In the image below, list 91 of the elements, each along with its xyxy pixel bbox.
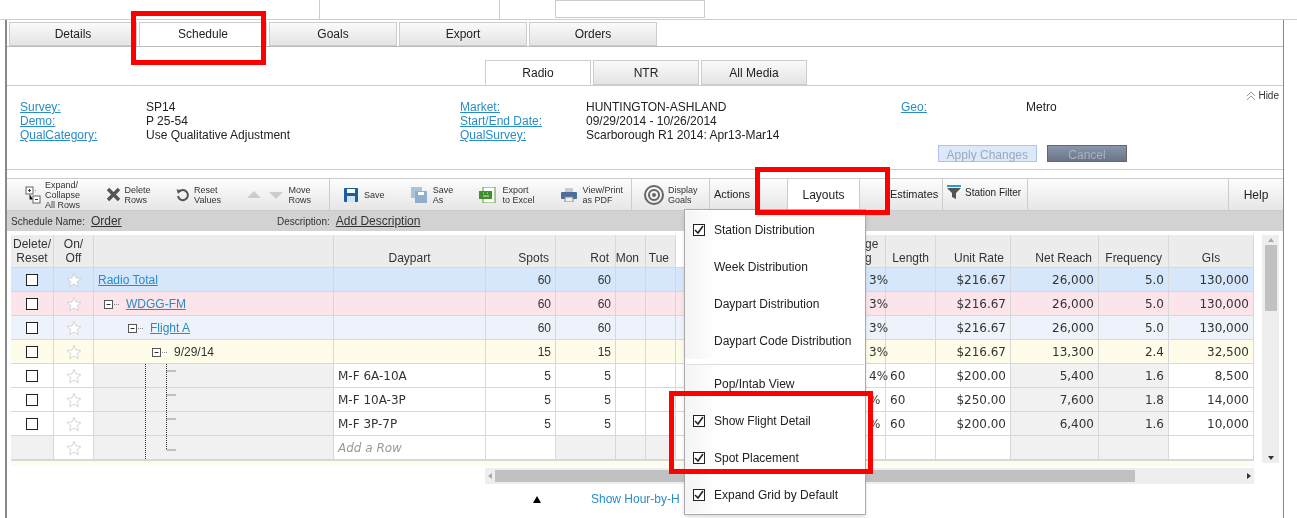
up-down-arrows-icon: [246, 189, 285, 200]
menu-checkbox[interactable]: [693, 414, 705, 427]
table-cell: 7,600: [1011, 388, 1099, 412]
description-label: Description:: [276, 214, 330, 229]
menu-checkbox[interactable]: [693, 223, 705, 236]
table-cell: 1.6: [1099, 364, 1169, 388]
toolbar-button[interactable]: Export to Excel: [479, 184, 535, 205]
tree-connector-icon: [145, 387, 177, 412]
info-value: Metro: [1026, 99, 1057, 116]
star-icon[interactable]: [65, 391, 82, 408]
layouts-menu-item[interactable]: Daypart Distribution: [685, 285, 865, 322]
help-button[interactable]: Help: [1228, 179, 1283, 210]
info-label-link[interactable]: Survey:: [20, 98, 146, 116]
row-checkbox[interactable]: [26, 345, 38, 358]
toolbar-button[interactable]: Save: [344, 187, 385, 202]
layouts-menu-item[interactable]: Week Distribution: [685, 248, 865, 285]
menu-checkbox[interactable]: [693, 451, 705, 464]
table-cell: 6,400: [1011, 412, 1099, 436]
toolbar-button[interactable]: View/Print as PDF: [560, 184, 623, 205]
up-triangle-icon[interactable]: [533, 495, 541, 503]
star-icon[interactable]: [65, 295, 82, 312]
tree-connector-icon: [145, 435, 177, 460]
hide-button[interactable]: Hide: [1246, 88, 1279, 103]
info-value: Use Qualitative Adjustment: [146, 127, 291, 144]
printer-icon: [560, 187, 577, 202]
info-value: 09/29/2014 - 10/26/2014: [586, 113, 717, 130]
collapse-icon[interactable]: [152, 345, 168, 358]
table-cell: 1.6: [1099, 412, 1169, 436]
station-filter-button[interactable]: Station Filter: [943, 179, 1028, 210]
star-icon[interactable]: [65, 439, 82, 456]
close-icon: [105, 187, 121, 202]
toolbar-button[interactable]: Move Rows: [246, 184, 311, 205]
layouts-menu-item[interactable]: Station Distribution: [685, 211, 865, 248]
spreadsheet-icon: [479, 186, 497, 203]
star-icon[interactable]: [65, 271, 82, 288]
info-value: Scarborough R1 2014: Apr13-Mar14: [586, 127, 780, 144]
row-checkbox[interactable]: [26, 417, 38, 430]
layouts-menu-item[interactable]: Daypart Code Distribution: [685, 322, 865, 359]
row-checkbox[interactable]: [26, 369, 38, 382]
target-icon: [644, 184, 664, 205]
scrollbar-thumb[interactable]: [1264, 245, 1277, 311]
show-hour-by-hour-link[interactable]: Show Hour-by-H: [591, 490, 680, 508]
toolbar-button[interactable]: Expand/ Collapse All Rows: [25, 179, 81, 210]
info-value: P 25-54: [146, 113, 188, 130]
schedule-name-label: Schedule Name:: [11, 214, 85, 229]
info-value: HUNTINGTON-ASHLAND: [586, 99, 727, 116]
info-label-link[interactable]: Geo:: [901, 98, 1026, 116]
funnel-icon: [947, 185, 961, 199]
menu-checkbox[interactable]: [693, 488, 705, 501]
layouts-menu-item[interactable]: Show Flight Detail: [685, 402, 865, 439]
media-tab[interactable]: All Media: [701, 60, 807, 85]
toolbar-button[interactable]: Save As: [410, 184, 454, 205]
schedule-name-link[interactable]: Order: [90, 212, 251, 230]
table-cell: 1.8: [1099, 388, 1169, 412]
toolbar-button[interactable]: Reset Values: [176, 184, 221, 205]
media-tab[interactable]: NTR: [593, 60, 699, 85]
main-tab[interactable]: Goals: [269, 22, 397, 46]
star-icon[interactable]: [65, 319, 82, 336]
empty-field[interactable]: [555, 0, 705, 18]
toolbar-button[interactable]: Delete Rows: [105, 184, 151, 205]
tree-connector-icon: [145, 363, 177, 388]
layouts-menu-item[interactable]: Pop/Intab View: [685, 365, 865, 402]
info-value: SP14: [146, 99, 176, 116]
row-checkbox[interactable]: [26, 393, 38, 406]
menu-tab[interactable]: Layouts: [788, 179, 860, 210]
undo-icon: [176, 187, 191, 202]
media-tab[interactable]: Radio: [485, 60, 591, 85]
star-icon[interactable]: [65, 415, 82, 432]
table-cell: 5,400: [1011, 364, 1099, 388]
row-checkbox[interactable]: [26, 321, 38, 334]
week-label: 9/29/14: [174, 343, 215, 361]
layouts-menu-item[interactable]: Expand Grid by Default: [685, 476, 865, 513]
double-chevron-up-icon: [1246, 90, 1257, 101]
collapse-icon[interactable]: [128, 321, 144, 334]
star-icon[interactable]: [65, 367, 82, 384]
collapse-icon[interactable]: [104, 297, 120, 310]
main-tab[interactable]: Schedule: [139, 22, 267, 46]
row-checkbox[interactable]: [26, 297, 38, 310]
main-tab[interactable]: Details: [9, 22, 137, 46]
row-checkbox[interactable]: [26, 273, 38, 286]
info-label-link[interactable]: QualCategory:: [20, 126, 146, 144]
vertical-scrollbar[interactable]: [1262, 235, 1279, 463]
description-link[interactable]: Add Description: [335, 212, 421, 230]
layouts-menu-item[interactable]: Spot Placement: [685, 439, 865, 476]
main-tab[interactable]: Export: [399, 22, 527, 46]
save-as-icon: [410, 186, 427, 203]
star-icon[interactable]: [65, 343, 82, 360]
main-tab[interactable]: Orders: [529, 22, 657, 46]
tree-connector-icon: [145, 411, 177, 436]
expand-collapse-icon: [25, 185, 41, 204]
save-icon: [344, 187, 358, 202]
